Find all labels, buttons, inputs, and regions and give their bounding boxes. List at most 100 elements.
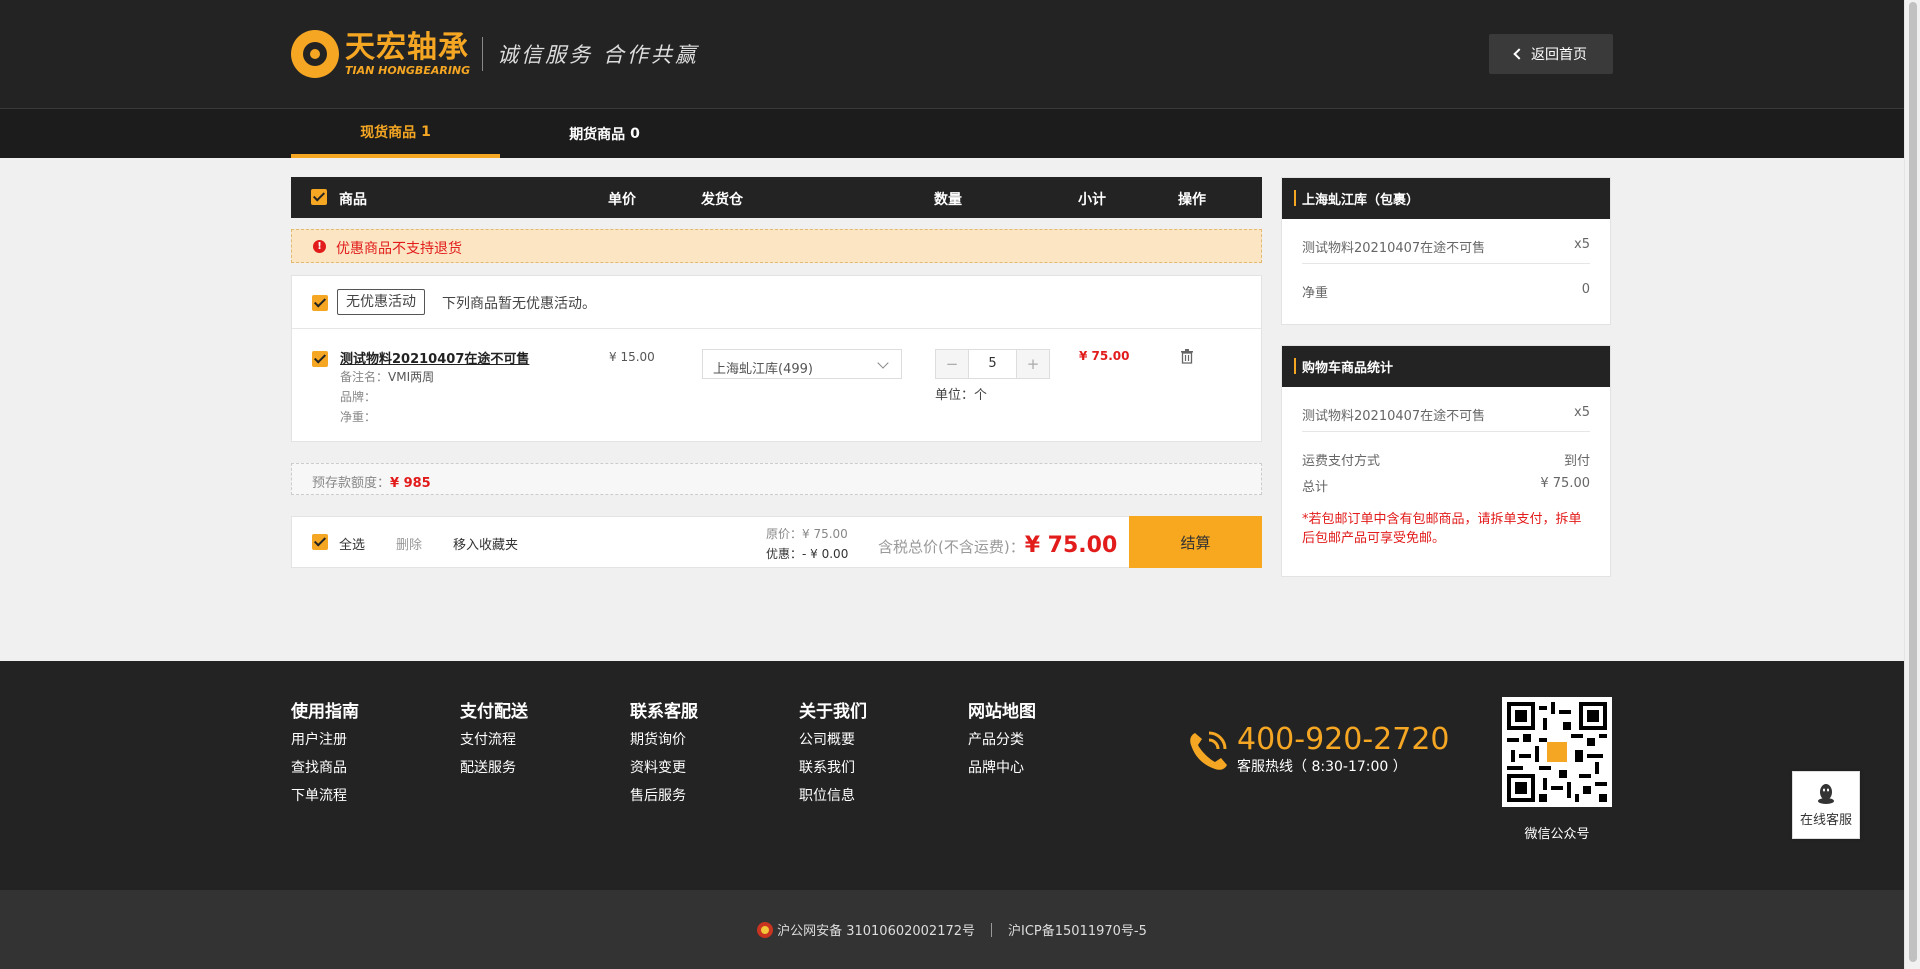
panel-weight-value: 0 <box>1581 282 1590 297</box>
tab-count: 0 <box>630 125 640 142</box>
notice-text: 优惠商品不支持退货 <box>336 241 462 257</box>
promo-tag: 无优惠活动 <box>337 289 425 315</box>
pay-method-row: 运费支付方式 到付 <box>1302 450 1590 476</box>
tab-spot-goods[interactable]: 现货商品 1 <box>291 109 500 158</box>
footer-col-title: 联系客服 <box>630 702 698 722</box>
select-all-label[interactable]: 全选 <box>339 534 365 553</box>
online-service-button[interactable]: 在线客服 <box>1792 771 1860 839</box>
unit-value: 个 <box>974 388 988 403</box>
deposit-label: 预存款额度： <box>312 476 391 491</box>
stats-item-qty: x5 <box>1574 405 1590 420</box>
hotline-number: 400-920-2720 <box>1237 722 1450 757</box>
footer-col-title: 关于我们 <box>799 702 867 722</box>
col-price: 单价 <box>608 192 636 208</box>
site-footer: 使用指南 用户注册 查找商品 下单流程 支付配送 支付流程 配送服务 联系客服 … <box>0 661 1904 890</box>
item-name-link[interactable]: 测试物料20210407在途不可售 <box>340 348 529 367</box>
footer-link[interactable]: 资料变更 <box>630 754 698 782</box>
back-home-button[interactable]: 返回首页 <box>1489 34 1613 74</box>
panel-weight-label: 净重 <box>1302 286 1329 301</box>
footer-link[interactable]: 品牌中心 <box>968 754 1036 782</box>
group-checkbox[interactable] <box>312 295 328 311</box>
panel-weight-row: 净重 0 <box>1302 282 1590 308</box>
return-notice: ! 优惠商品不支持退货 <box>291 229 1262 263</box>
trash-icon[interactable] <box>1180 349 1194 364</box>
footer-link[interactable]: 售后服务 <box>630 782 698 810</box>
stats-total-value: ¥ 75.00 <box>1540 476 1590 491</box>
quantity-stepper: − 5 + <box>935 349 1050 379</box>
logo-divider <box>482 37 484 71</box>
item-brand: 品牌： <box>340 388 376 405</box>
footer-link[interactable]: 支付流程 <box>460 726 528 754</box>
footer-link[interactable]: 下单流程 <box>291 782 359 810</box>
note-label: 备注名： <box>340 370 389 384</box>
original-price: 原价：¥ 75.00 <box>766 525 848 542</box>
deposit-amount: ¥ 985 <box>390 476 431 491</box>
footer-col-payment: 支付配送 支付流程 配送服务 <box>460 697 528 782</box>
footer-link[interactable]: 配送服务 <box>460 754 528 782</box>
chevron-down-icon <box>877 357 889 369</box>
tab-label: 现货商品 <box>360 124 417 141</box>
panel-title: 购物车商品统计 <box>1282 346 1610 387</box>
slogan: 诚信服务 合作共赢 <box>497 43 699 67</box>
footer-link[interactable]: 期货询价 <box>630 726 698 754</box>
footer-col-title: 使用指南 <box>291 702 359 722</box>
qrcode-caption: 微信公众号 <box>1524 827 1590 842</box>
item-checkbox[interactable] <box>312 351 328 367</box>
qty-increase-button[interactable]: + <box>1017 350 1049 378</box>
col-subtotal: 小计 <box>1078 192 1106 208</box>
warning-icon: ! <box>313 240 326 253</box>
scrollbar[interactable] <box>1904 0 1920 969</box>
footer-col-sitemap: 网站地图 产品分类 品牌中心 <box>968 697 1036 782</box>
footer-link[interactable]: 职位信息 <box>799 782 867 810</box>
discount-label: 优惠： <box>766 547 803 561</box>
qty-decrease-button[interactable]: − <box>936 350 968 378</box>
delete-button[interactable]: 删除 <box>396 534 422 553</box>
panel-item-row: 测试物料20210407在途不可售 x5 <box>1302 237 1590 263</box>
footer-col-about: 关于我们 公司概要 联系我们 职位信息 <box>799 697 867 810</box>
back-home-label: 返回首页 <box>1531 47 1587 63</box>
icp-record[interactable]: 沪ICP备15011970号-5 <box>1008 920 1147 939</box>
item-unit: 单位：个 <box>935 384 987 403</box>
discount: 优惠：- ¥ 0.00 <box>766 545 848 562</box>
online-service-label: 在线客服 <box>1799 812 1852 828</box>
logo[interactable]: 天宏轴承 TIAN HONGBEARING 诚信服务 合作共赢 <box>291 28 699 80</box>
col-warehouse: 发货仓 <box>701 192 743 208</box>
item-weight: 净重： <box>340 408 376 425</box>
chevron-left-icon <box>1513 48 1525 60</box>
warehouse-summary-panel: 上海虬江库（包裹） 测试物料20210407在途不可售 x5 净重 0 <box>1281 177 1611 325</box>
checkout-button[interactable]: 结算 <box>1129 516 1262 568</box>
promo-group: 无优惠活动 下列商品暂无优惠活动。 测试物料20210407在途不可售 备注名：… <box>291 275 1262 442</box>
qty-input[interactable]: 5 <box>968 350 1017 378</box>
divider <box>991 922 993 937</box>
cart-stats-panel: 购物车商品统计 测试物料20210407在途不可售 x5 运费支付方式 到付 总… <box>1281 345 1611 577</box>
footer-link[interactable]: 用户注册 <box>291 726 359 754</box>
total-row: 总计 ¥ 75.00 <box>1302 476 1590 502</box>
footer-link[interactable]: 公司概要 <box>799 726 867 754</box>
tab-futures-goods[interactable]: 期货商品 0 <box>500 109 709 158</box>
police-record[interactable]: 沪公网安备 31010602002172号 <box>777 920 975 939</box>
bearing-logo-icon <box>291 30 339 78</box>
header-checkbox[interactable] <box>311 189 327 205</box>
warehouse-value: 上海虬江库(499) <box>713 362 813 377</box>
select-all-checkbox[interactable] <box>312 534 328 550</box>
tax-total: 含税总价(不含运费)：¥ 75.00 <box>878 533 1117 558</box>
total-value: ¥ 75.00 <box>1024 533 1118 558</box>
panel-item-name: 测试物料20210407在途不可售 <box>1302 241 1486 256</box>
cart-table-header: 商品 单价 发货仓 数量 小计 操作 <box>291 177 1262 218</box>
note-value: VMI两周 <box>388 370 435 384</box>
scrollbar-thumb[interactable] <box>1909 2 1917 962</box>
panel-item-qty: x5 <box>1574 237 1590 252</box>
logo-subtitle: TIAN HONGBEARING <box>345 64 471 77</box>
wechat-qrcode <box>1502 697 1612 807</box>
footer-link[interactable]: 联系我们 <box>799 754 867 782</box>
logo-title: 天宏轴承 <box>345 30 469 65</box>
footer-link[interactable]: 产品分类 <box>968 726 1036 754</box>
warehouse-select[interactable]: 上海虬江库(499) <box>702 349 902 379</box>
legal-bar: 沪公网安备 31010602002172号 沪ICP备15011970号-5 <box>0 890 1904 969</box>
move-to-favorites-button[interactable]: 移入收藏夹 <box>453 534 518 553</box>
col-product: 商品 <box>339 192 367 208</box>
checkout-bar: 全选 删除 移入收藏夹 原价：¥ 75.00 优惠：- ¥ 0.00 含税总价(… <box>291 516 1262 568</box>
promo-desc: 下列商品暂无优惠活动。 <box>442 296 596 312</box>
phone-icon <box>1190 731 1227 770</box>
footer-link[interactable]: 查找商品 <box>291 754 359 782</box>
